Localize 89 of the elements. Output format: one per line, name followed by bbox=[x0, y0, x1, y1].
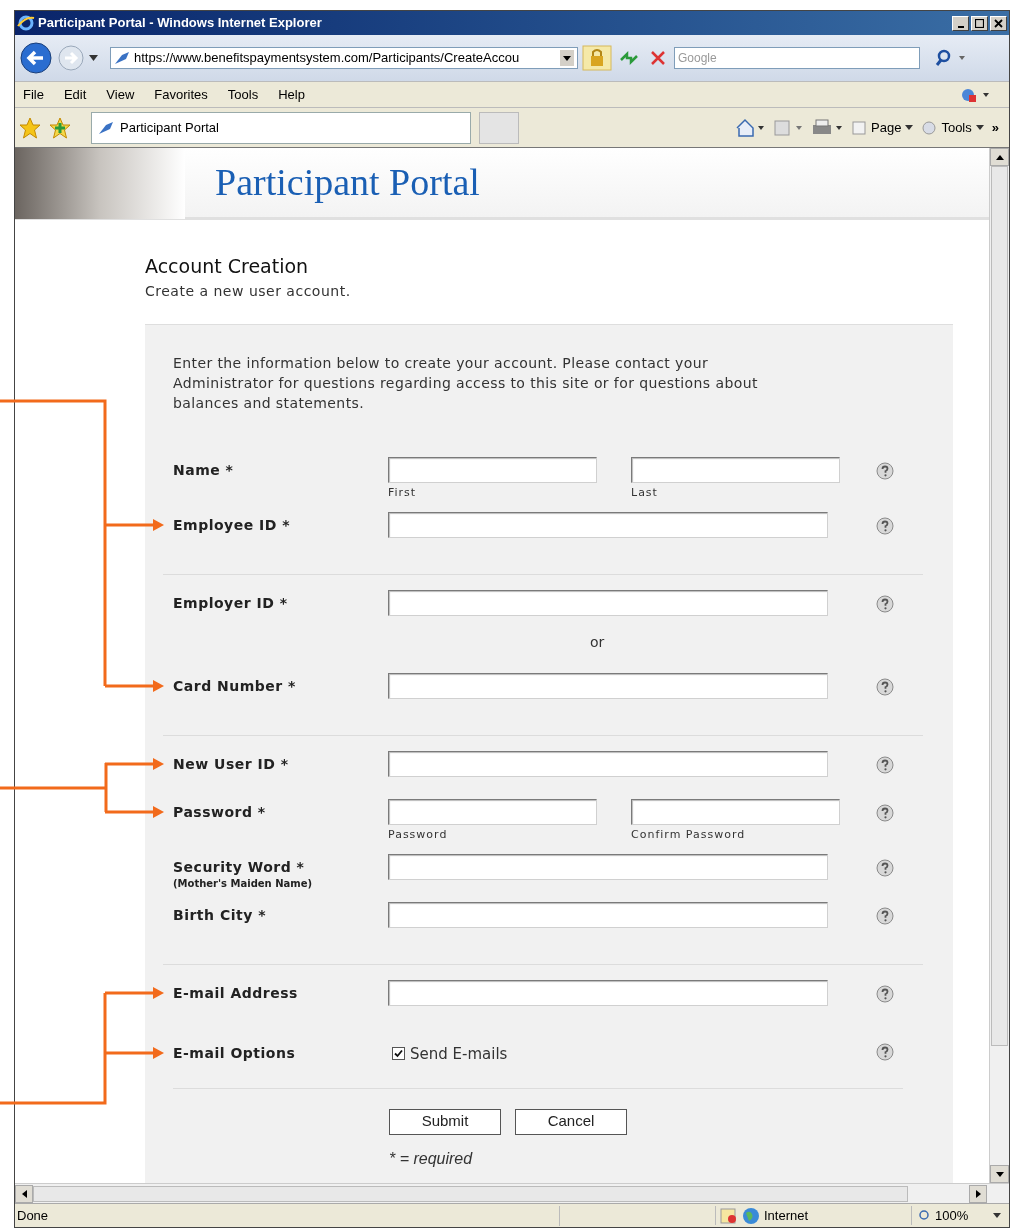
field-label: E-mail Address bbox=[173, 983, 299, 1003]
scroll-up-icon[interactable] bbox=[995, 154, 1004, 160]
menu-item[interactable]: Help bbox=[278, 84, 305, 105]
help-icon[interactable] bbox=[876, 516, 894, 535]
help-icon[interactable] bbox=[876, 755, 894, 774]
scroll-left-icon[interactable] bbox=[21, 1189, 27, 1198]
field-label: Employer ID * bbox=[173, 593, 289, 613]
help-icon[interactable] bbox=[876, 461, 894, 480]
menu-item[interactable]: Favorites bbox=[154, 84, 208, 105]
caret-icon bbox=[975, 125, 984, 130]
vertical-scrollbar[interactable] bbox=[989, 148, 1009, 1183]
checkbox-label: Send E-mails bbox=[410, 1043, 508, 1065]
or-text: or bbox=[590, 632, 605, 652]
field-label: E-mail Options bbox=[173, 1043, 297, 1063]
zone-text: Internet bbox=[764, 1206, 809, 1225]
form-button[interactable]: Cancel bbox=[515, 1108, 627, 1135]
field-label: Birth City * bbox=[173, 905, 267, 925]
field-sublabel: Last bbox=[631, 485, 659, 499]
checkbox[interactable] bbox=[392, 1047, 405, 1061]
toolbar-button[interactable]: Tools bbox=[921, 117, 984, 138]
home-icon[interactable] bbox=[735, 117, 766, 138]
add-favorite-icon[interactable] bbox=[49, 116, 71, 139]
favorites-star-icon[interactable] bbox=[19, 116, 41, 139]
page-icon bbox=[851, 119, 868, 136]
help-icon[interactable] bbox=[876, 594, 894, 613]
input-field[interactable] bbox=[388, 589, 828, 616]
banner-title: Participant Portal bbox=[215, 160, 480, 205]
minimize-icon bbox=[957, 25, 964, 28]
browser-tab[interactable]: Participant Portal bbox=[91, 111, 471, 144]
input-field[interactable] bbox=[388, 672, 828, 699]
toolbar-button[interactable]: Page bbox=[851, 117, 914, 138]
back-button[interactable] bbox=[19, 41, 53, 75]
globe-icon bbox=[742, 1206, 760, 1225]
address-bar[interactable]: https://www.benefitspaymentsystem.com/Participants/CreateAccou bbox=[110, 47, 578, 69]
dropdown-icon[interactable] bbox=[560, 50, 574, 66]
minimize-button[interactable] bbox=[952, 15, 969, 31]
menu-item[interactable]: View bbox=[106, 84, 135, 105]
field-note: (Mother's Maiden Name) bbox=[173, 877, 314, 890]
required-note: * = required bbox=[389, 1148, 474, 1169]
input-field[interactable] bbox=[388, 798, 597, 825]
history-dropdown-icon[interactable] bbox=[89, 55, 98, 61]
help-icon[interactable] bbox=[876, 1042, 894, 1061]
site-icon bbox=[114, 51, 130, 65]
field-label: New User ID * bbox=[173, 754, 290, 774]
input-field[interactable] bbox=[388, 456, 597, 483]
zoom-level[interactable]: 100% bbox=[935, 1205, 969, 1226]
horizontal-scrollbar[interactable] bbox=[15, 1183, 1009, 1203]
form-button[interactable]: Submit bbox=[389, 1108, 501, 1135]
page-heading: Account Creation bbox=[145, 254, 310, 279]
field-label: Name * bbox=[173, 460, 235, 480]
help-icon[interactable] bbox=[876, 677, 894, 696]
field-label: Password * bbox=[173, 802, 267, 822]
field-sublabel: Password bbox=[388, 827, 449, 841]
field-label: Card Number * bbox=[173, 676, 297, 696]
help-icon[interactable] bbox=[876, 803, 894, 822]
input-field[interactable] bbox=[388, 901, 828, 928]
dropdown-icon[interactable] bbox=[993, 1213, 1001, 1218]
scroll-right-icon[interactable] bbox=[975, 1189, 981, 1198]
help-icon[interactable] bbox=[876, 906, 894, 925]
help-icon[interactable] bbox=[876, 858, 894, 877]
lock-icon[interactable] bbox=[582, 45, 612, 71]
close-icon bbox=[994, 18, 1003, 28]
input-field[interactable] bbox=[388, 750, 828, 777]
status-text: Done bbox=[17, 1206, 49, 1225]
close-button[interactable] bbox=[990, 15, 1007, 31]
page-subheading: Create a new user account. bbox=[145, 281, 352, 301]
menu-item[interactable]: File bbox=[23, 84, 44, 105]
menu-item[interactable]: Edit bbox=[63, 84, 87, 105]
site-icon bbox=[98, 120, 114, 135]
caret-icon bbox=[905, 125, 914, 130]
menu-item[interactable]: Tools bbox=[227, 84, 259, 105]
field-sublabel: First bbox=[388, 485, 418, 499]
maximize-button[interactable] bbox=[971, 15, 988, 31]
field-label: Employee ID * bbox=[173, 515, 292, 535]
field-sublabel: Confirm Password bbox=[631, 827, 747, 841]
field-label: Security Word * bbox=[173, 857, 306, 877]
input-field[interactable] bbox=[388, 979, 828, 1006]
intro-text: Enter the information below to create your account. Please contact your Administrator for questions regarding access to this site or for questions about balances and statements. bbox=[173, 353, 759, 413]
input-field[interactable] bbox=[388, 511, 828, 538]
input-field[interactable] bbox=[388, 853, 828, 880]
scroll-down-icon[interactable] bbox=[995, 1171, 1004, 1177]
window-title: Participant Portal - Windows Internet Explorer bbox=[38, 14, 322, 33]
maximize-icon bbox=[975, 18, 984, 28]
overflow-chevron[interactable]: » bbox=[991, 117, 999, 137]
input-field[interactable] bbox=[631, 798, 840, 825]
help-icon[interactable] bbox=[876, 984, 894, 1003]
input-field[interactable] bbox=[631, 456, 840, 483]
browser-logo-icon bbox=[17, 14, 35, 32]
zoom-icon[interactable] bbox=[918, 1208, 932, 1223]
